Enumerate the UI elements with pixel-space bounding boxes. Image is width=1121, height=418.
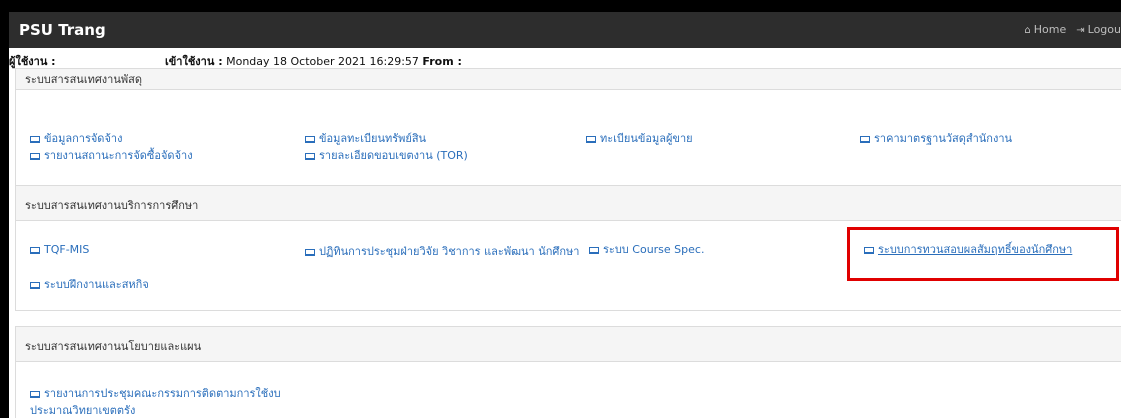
- nav-links: ⌂ Home ⇥ Logou: [1014, 12, 1121, 49]
- panel-header: ระบบสารสนเทศงานบริการการศึกษา: [16, 186, 1121, 221]
- link-tor-details[interactable]: รายละเอียดขอบเขตงาน (TOR): [305, 149, 468, 163]
- link-procurement-hiring[interactable]: ข้อมูลการจัดจ้าง: [30, 132, 122, 146]
- link-meeting-calendar[interactable]: ปฏิทินการประชุมฝ่ายวิจัย วิชาการ และพัฒน…: [305, 243, 585, 260]
- link-label: รายละเอียดขอบเขตงาน (TOR): [319, 149, 468, 162]
- link-label: ทะเบียนข้อมูลผู้ขาย: [600, 132, 693, 145]
- logout-icon: ⇥: [1076, 25, 1085, 36]
- laptop-icon: [305, 136, 315, 143]
- laptop-icon: [305, 249, 315, 256]
- link-label: ระบบ Course Spec.: [603, 243, 705, 256]
- login-label: เข้าใช้งาน :: [165, 55, 223, 68]
- link-budget-committee-report[interactable]: รายงานการประชุมคณะกรรมการติดตามการใช้งบป…: [30, 385, 295, 418]
- link-label: TQF-MIS: [44, 243, 90, 256]
- laptop-icon: [30, 247, 40, 254]
- home-icon: ⌂: [1024, 25, 1031, 36]
- panel-policy: ระบบสารสนเทศงานนโยบายและแผน รายงานการประ…: [15, 326, 1121, 418]
- laptop-icon: [586, 136, 596, 143]
- home-link[interactable]: ⌂ Home: [1024, 12, 1066, 49]
- panel-header: ระบบสารสนเทศงานนโยบายและแผน: [16, 327, 1121, 362]
- link-label: ราคามาตรฐานวัสดุสำนักงาน: [874, 132, 1013, 145]
- logout-label: Logou: [1087, 23, 1121, 36]
- user-label: ผู้ใช้งาน :: [9, 55, 56, 68]
- link-office-supply-price[interactable]: ราคามาตรฐานวัสดุสำนักงาน: [860, 132, 1012, 146]
- laptop-icon: [30, 153, 40, 160]
- link-course-spec[interactable]: ระบบ Course Spec.: [589, 243, 704, 257]
- link-label: รายงานการประชุมคณะกรรมการติดตามการใช้งบป…: [30, 387, 281, 417]
- panel-header: ระบบสารสนเทศงานพัสดุ: [16, 69, 1121, 90]
- panel-title: ระบบสารสนเทศงานบริการการศึกษา: [25, 199, 199, 212]
- link-label: รายงานสถานะการจัดซื้อจัดจ้าง: [44, 149, 193, 162]
- link-asset-registry[interactable]: ข้อมูลทะเบียนทรัพย์สิน: [305, 132, 426, 146]
- laptop-icon: [30, 282, 40, 289]
- laptop-icon: [589, 247, 599, 254]
- link-tqf-mis[interactable]: TQF-MIS: [30, 243, 89, 257]
- link-vendor-registry[interactable]: ทะเบียนข้อมูลผู้ขาย: [586, 132, 693, 146]
- top-navbar: PSU Trang ⌂ Home ⇥ Logou: [9, 12, 1121, 48]
- laptop-icon: [860, 136, 870, 143]
- highlight-box: [847, 227, 1119, 281]
- browser-page: PSU Trang ⌂ Home ⇥ Logou ผู้ใช้งาน : เข้าใช…: [9, 12, 1121, 418]
- link-internship[interactable]: ระบบฝึกงานและสหกิจ: [30, 278, 149, 292]
- link-label: ข้อมูลทะเบียนทรัพย์สิน: [319, 132, 427, 145]
- laptop-icon: [305, 153, 315, 160]
- panel-title: ระบบสารสนเทศงานนโยบายและแผน: [25, 340, 202, 353]
- link-label: ข้อมูลการจัดจ้าง: [44, 132, 123, 145]
- login-time: Monday 18 October 2021 16:29:57: [226, 55, 419, 68]
- from-label: From :: [422, 55, 462, 68]
- link-procurement-status[interactable]: รายงานสถานะการจัดซื้อจัดจ้าง: [30, 149, 193, 163]
- brand-title[interactable]: PSU Trang: [19, 12, 106, 48]
- home-label: Home: [1033, 23, 1067, 36]
- laptop-icon: [30, 136, 40, 143]
- panel-title: ระบบสารสนเทศงานพัสดุ: [25, 73, 142, 86]
- link-label: ปฏิทินการประชุมฝ่ายวิจัย วิชาการ และพัฒน…: [319, 245, 580, 258]
- logout-link[interactable]: ⇥ Logou: [1076, 12, 1121, 49]
- laptop-icon: [30, 391, 40, 398]
- link-label: ระบบฝึกงานและสหกิจ: [44, 278, 149, 291]
- panel-procurement: ระบบสารสนเทศงานพัสดุ ข้อมูลการจัดจ้าง รา…: [15, 68, 1121, 188]
